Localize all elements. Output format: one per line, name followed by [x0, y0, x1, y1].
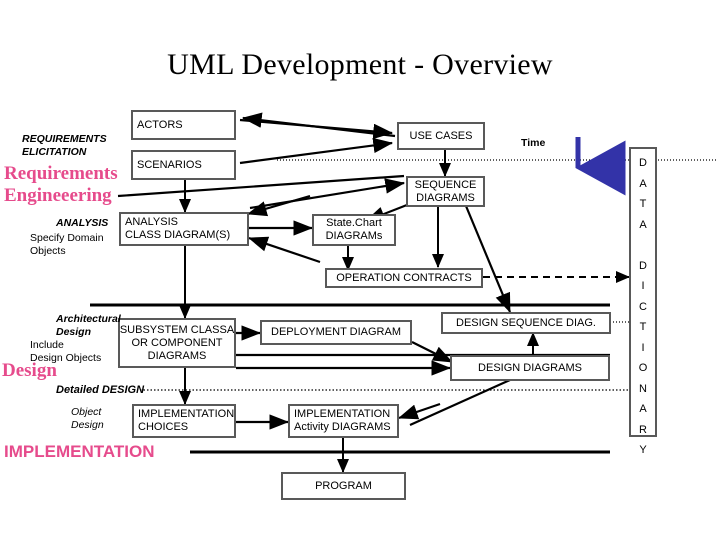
data-dictionary-letter-5: D	[639, 259, 647, 272]
data-dictionary-letter-3: A	[639, 218, 647, 231]
box-subsystem-class-diagrams-line-0: SUBSYSTEM CLASSA	[119, 323, 235, 336]
box-use-cases[interactable]: USE CASES	[397, 122, 485, 150]
box-program[interactable]: PROGRAM	[281, 472, 406, 500]
stage-label-analysis-sub2: Objects	[30, 245, 66, 257]
data-dictionary-letter-12: A	[639, 403, 647, 415]
box-data-dictionary[interactable]: D A T A D I C T I O N A R Y	[629, 147, 657, 456]
stage-label-object-design-sub2: Design	[71, 419, 104, 431]
data-dictionary-letter-14: Y	[639, 444, 647, 456]
box-statechart-diagrams-line-1: DIAGRAMs	[325, 230, 383, 242]
box-subsystem-class-diagrams-line-1: OR COMPONENT	[131, 336, 223, 349]
box-statechart-diagrams[interactable]: State.Chart DIAGRAMs	[312, 214, 396, 246]
stage-label-architectural-design-title1: Architectural	[56, 313, 121, 325]
stage-label-analysis-sub1: Specify Domain	[30, 232, 104, 244]
box-operation-contracts-line-0: OPERATION CONTRACTS	[336, 271, 472, 284]
box-implementation-activity-diagrams-line-0: IMPLEMENTATION	[294, 408, 391, 420]
data-dictionary-letter-7: C	[639, 300, 647, 313]
data-dictionary-letter-10: O	[638, 362, 648, 374]
stage-label-detailed-design: Detailed DESIGN	[56, 384, 145, 396]
box-design-sequence-diag-line-0: DESIGN SEQUENCE DIAG.	[456, 316, 596, 329]
data-dictionary-letter-4	[631, 235, 655, 256]
box-subsystem-class-diagrams[interactable]: SUBSYSTEM CLASSA OR COMPONENT DIAGRAMS	[118, 318, 236, 368]
box-use-cases-line-0: USE CASES	[409, 129, 473, 142]
box-sequence-diagrams-line-0: SEQUENCE	[414, 178, 477, 191]
box-scenarios-line-0: SCENARIOS	[137, 158, 202, 171]
stage-label-requirements-elicitation-line1: REQUIREMENTS	[22, 133, 107, 145]
box-implementation-activity-diagrams[interactable]: IMPLEMENTATION Activity DIAGRAMS	[288, 404, 399, 438]
box-design-diagrams[interactable]: DESIGN DIAGRAMS	[450, 355, 610, 381]
data-dictionary-letter-8: T	[639, 321, 647, 333]
box-design-diagrams-line-0: DESIGN DIAGRAMS	[478, 361, 582, 374]
data-dictionary-letter-11: N	[639, 382, 647, 395]
data-dictionary-letter-0: D	[639, 157, 647, 169]
phase-implementation: IMPLEMENTATION	[4, 442, 155, 461]
stage-label-requirements-elicitation-line2: ELICITATION	[22, 146, 87, 158]
box-actors-line-0: ACTORS	[137, 118, 183, 131]
data-dictionary-letter-1: A	[639, 177, 647, 190]
stage-label-analysis-title: ANALYSIS	[56, 217, 109, 229]
box-program-line-0: PROGRAM	[315, 479, 372, 492]
box-sequence-diagrams-line-1: DIAGRAMS	[416, 191, 475, 204]
box-sequence-diagrams[interactable]: SEQUENCE DIAGRAMS	[406, 176, 485, 207]
stage-label-architectural-design-sub1: Include	[30, 339, 64, 351]
box-implementation-choices-line-1: CHOICES	[138, 421, 189, 433]
box-analysis-class-diagrams-line-1: CLASS DIAGRAM(S)	[125, 229, 231, 241]
time-label: Time	[521, 137, 546, 149]
phase-requirements-engineering-line2: Engineeering	[4, 185, 112, 206]
data-dictionary-letter-13: R	[639, 423, 647, 436]
box-deployment-diagram-line-0: DEPLOYMENT DIAGRAM	[271, 326, 401, 338]
phase-requirements-engineering-line1: Requirements	[4, 163, 118, 184]
box-implementation-choices-line-0: IMPLEMENTATION	[138, 408, 235, 420]
data-dictionary-letter-2: T	[639, 198, 647, 210]
stage-label-architectural-design-title2: Design	[56, 326, 92, 338]
box-scenarios[interactable]: SCENARIOS	[131, 150, 236, 180]
box-subsystem-class-diagrams-line-2: DIAGRAMS	[147, 349, 207, 362]
box-analysis-class-diagrams-line-0: ANALYSIS	[125, 216, 178, 228]
box-operation-contracts[interactable]: OPERATION CONTRACTS	[325, 268, 483, 288]
box-statechart-diagrams-line-0: State.Chart	[326, 217, 382, 229]
stage-label-object-design-sub1: Object	[71, 406, 102, 418]
box-actors[interactable]: ACTORS	[131, 110, 236, 140]
data-dictionary-letter-9: I	[641, 341, 645, 354]
data-dictionary-letter-6: I	[641, 280, 645, 292]
box-analysis-class-diagrams[interactable]: ANALYSIS CLASS DIAGRAM(S)	[119, 212, 249, 246]
page-title: UML Development - Overview	[167, 48, 553, 81]
box-design-sequence-diag[interactable]: DESIGN SEQUENCE DIAG.	[441, 312, 611, 334]
box-implementation-activity-diagrams-line-1: Activity DIAGRAMS	[294, 421, 391, 433]
box-deployment-diagram[interactable]: DEPLOYMENT DIAGRAM	[260, 320, 412, 345]
phase-design: Design	[2, 360, 57, 381]
box-implementation-choices[interactable]: IMPLEMENTATION CHOICES	[132, 404, 236, 438]
slide-canvas: UML Development - Overview ACTORS SCENAR…	[0, 0, 720, 540]
